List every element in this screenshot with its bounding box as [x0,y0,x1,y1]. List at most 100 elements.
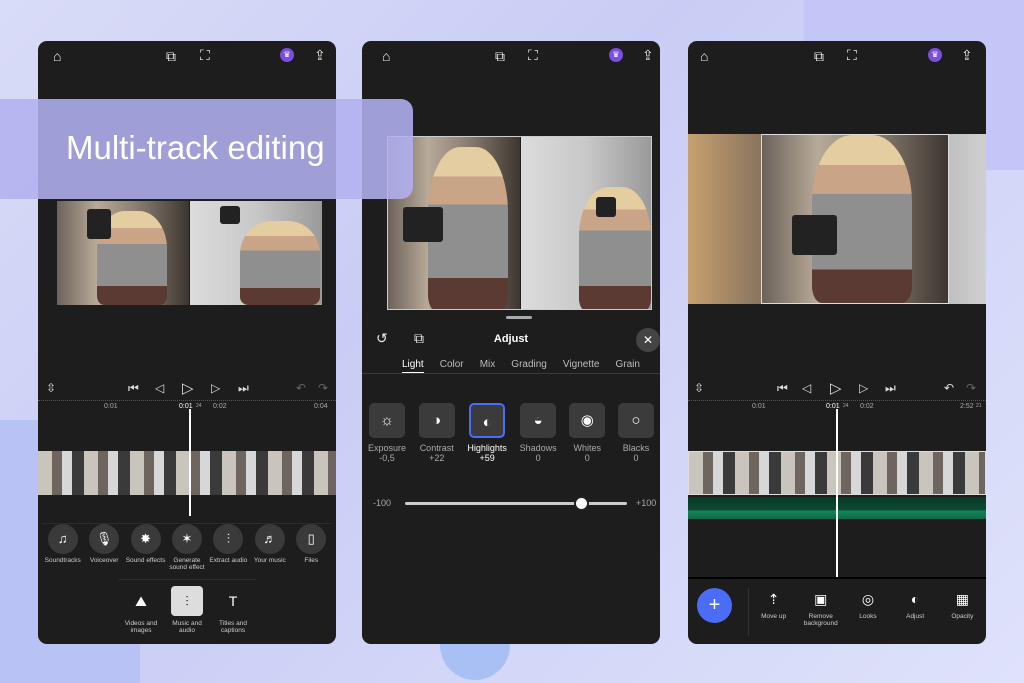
step-forward-icon[interactable]: ▷ [859,381,868,395]
divider [688,577,986,579]
tool-label: Extract audio [209,557,248,564]
banner-title: Multi-track editing [66,129,325,166]
fullscreen-icon[interactable]: ⛶ [200,48,210,62]
tool-generate-sound-effect[interactable]: ✶ Generate sound effect [167,524,207,571]
soundtracks-icon: ♫ [47,524,78,554]
play-icon[interactable]: ▷ [830,379,842,397]
video-clip-track[interactable] [38,451,336,495]
cast-icon[interactable]: ⧉ [166,49,176,63]
tool-label: Files [304,557,319,564]
divider [362,373,660,374]
current-frame: 24 [196,403,202,409]
tool-adjust[interactable]: ◐ Adjust [895,589,935,627]
tool-soundtracks[interactable]: ♫ Soundtracks [43,524,83,571]
home-icon[interactable]: ⌂ [700,49,708,63]
adjust-label: Whites [573,443,602,453]
video-preview [387,136,652,310]
adjust-contrast[interactable]: ◑ Contrast +22 [418,403,455,463]
file-icon: ▯ [296,524,327,554]
tick-frame: 21 [976,403,982,409]
adjust-blacks[interactable]: ○ Blacks 0 [617,403,654,463]
share-icon[interactable]: ⇪ [642,48,654,62]
skip-start-icon[interactable]: ⏮ [128,381,139,396]
tool-files[interactable]: ▯ Files [291,524,331,571]
split-icon[interactable]: ⇳ [694,381,704,395]
adjust-exposure[interactable]: ☼ Exposure -0,5 [368,403,406,463]
tool-extract-audio[interactable]: ⫶ Extract audio [208,524,248,571]
adjust-whites[interactable]: ◉ Whites 0 [569,403,606,463]
nav-titles-captions[interactable]: T Titles and captions [213,586,253,634]
adjust-icon: ◐ [910,591,920,607]
tool-move-up[interactable]: ⇡ Move up [754,589,794,627]
tool-label: Soundtracks [44,557,81,564]
tab-light[interactable]: Light [402,359,424,373]
tick-label: 0:02 [860,403,874,410]
playhead[interactable] [836,409,838,577]
tool-label: Generate sound effect [169,557,205,571]
close-button[interactable]: ✕ [636,328,660,352]
panel-title: Adjust [493,333,529,345]
crown-icon[interactable]: ♛ [609,48,623,62]
redo-icon[interactable]: ↷ [966,381,976,395]
add-button[interactable]: + [697,588,732,623]
adjust-shadows[interactable]: ◒ Shadows 0 [520,403,557,463]
split-icon[interactable]: ⇳ [46,381,56,395]
slider-max: +100 [636,498,657,508]
adjust-label: Highlights [467,443,507,453]
playhead[interactable] [189,409,191,516]
step-forward-icon[interactable]: ▷ [211,381,220,395]
sheet-handle[interactable] [506,316,532,319]
tool-your-music[interactable]: ♬ Your music [250,524,290,571]
skip-end-icon[interactable]: ⏭ [885,381,896,396]
tab-mix[interactable]: Mix [480,359,496,373]
adjust-value: +22 [429,453,445,463]
music-note-icon: ♬ [254,524,285,554]
adjust-value: +59 [479,453,495,463]
nav-videos-images[interactable]: ⛰ Videos and images [121,586,161,634]
tool-looks[interactable]: ◎ Looks [848,589,888,627]
tab-vignette[interactable]: Vignette [563,359,600,373]
tool-label: Adjust [906,613,925,620]
tab-grading[interactable]: Grading [511,359,547,373]
step-back-icon[interactable]: ◁ [802,381,811,395]
skip-start-icon[interactable]: ⏮ [777,381,788,396]
step-back-icon[interactable]: ◁ [155,381,164,395]
adjust-highlights[interactable]: ◐ Highlights +59 [467,403,507,463]
fullscreen-icon[interactable]: ⛶ [847,48,857,62]
nav-music-audio[interactable]: ⫶ Music and audio [167,586,207,634]
home-icon[interactable]: ⌂ [382,49,390,63]
redo-icon[interactable]: ↷ [318,381,328,395]
cast-icon[interactable]: ⧉ [495,49,505,63]
undo-icon[interactable]: ↶ [296,381,306,395]
share-icon[interactable]: ⇪ [961,48,973,62]
tool-voiceover[interactable]: 🎙 Voiceover [84,524,124,571]
adjust-label: Shadows [519,443,557,453]
tab-grain[interactable]: Grain [615,359,639,373]
undo-icon[interactable]: ↶ [944,381,954,395]
top-bar: ⌂ ⧉ ⛶ ♛ ⇪ [688,41,986,69]
tool-sound-effects[interactable]: ✸ Sound effects [126,524,166,571]
tool-opacity[interactable]: ▦ Opacity [942,589,982,627]
highlights-slider[interactable] [405,496,627,511]
highlights-icon: ◐ [469,403,506,438]
crown-icon[interactable]: ♛ [280,48,294,62]
tool-remove-background[interactable]: ▣ Remove background [801,589,841,627]
sparkle-icon: ✶ [171,524,202,554]
slider-thumb[interactable] [574,496,590,511]
crown-icon[interactable]: ♛ [928,48,942,62]
nav-label: Videos and images [124,620,158,634]
microphone-icon: 🎙 [89,524,120,554]
move-up-icon: ⇡ [767,591,780,607]
play-icon[interactable]: ▷ [182,379,194,397]
top-bar: ⌂ ⧉ ⛶ ♛ ⇪ [38,41,336,69]
share-icon[interactable]: ⇪ [314,48,326,62]
cast-icon[interactable]: ⧉ [814,49,824,63]
home-icon[interactable]: ⌂ [53,49,61,63]
tab-color[interactable]: Color [440,359,464,373]
skip-end-icon[interactable]: ⏭ [238,381,249,396]
tick-label: 0:01 [104,403,118,410]
fullscreen-icon[interactable]: ⛶ [528,48,538,62]
tool-label: Looks [859,613,877,620]
tool-label: Voiceover [89,557,119,564]
playback-controls: ⇳ ⏮ ◁ ▷ ▷ ⏭ ↶ ↷ [38,377,336,401]
